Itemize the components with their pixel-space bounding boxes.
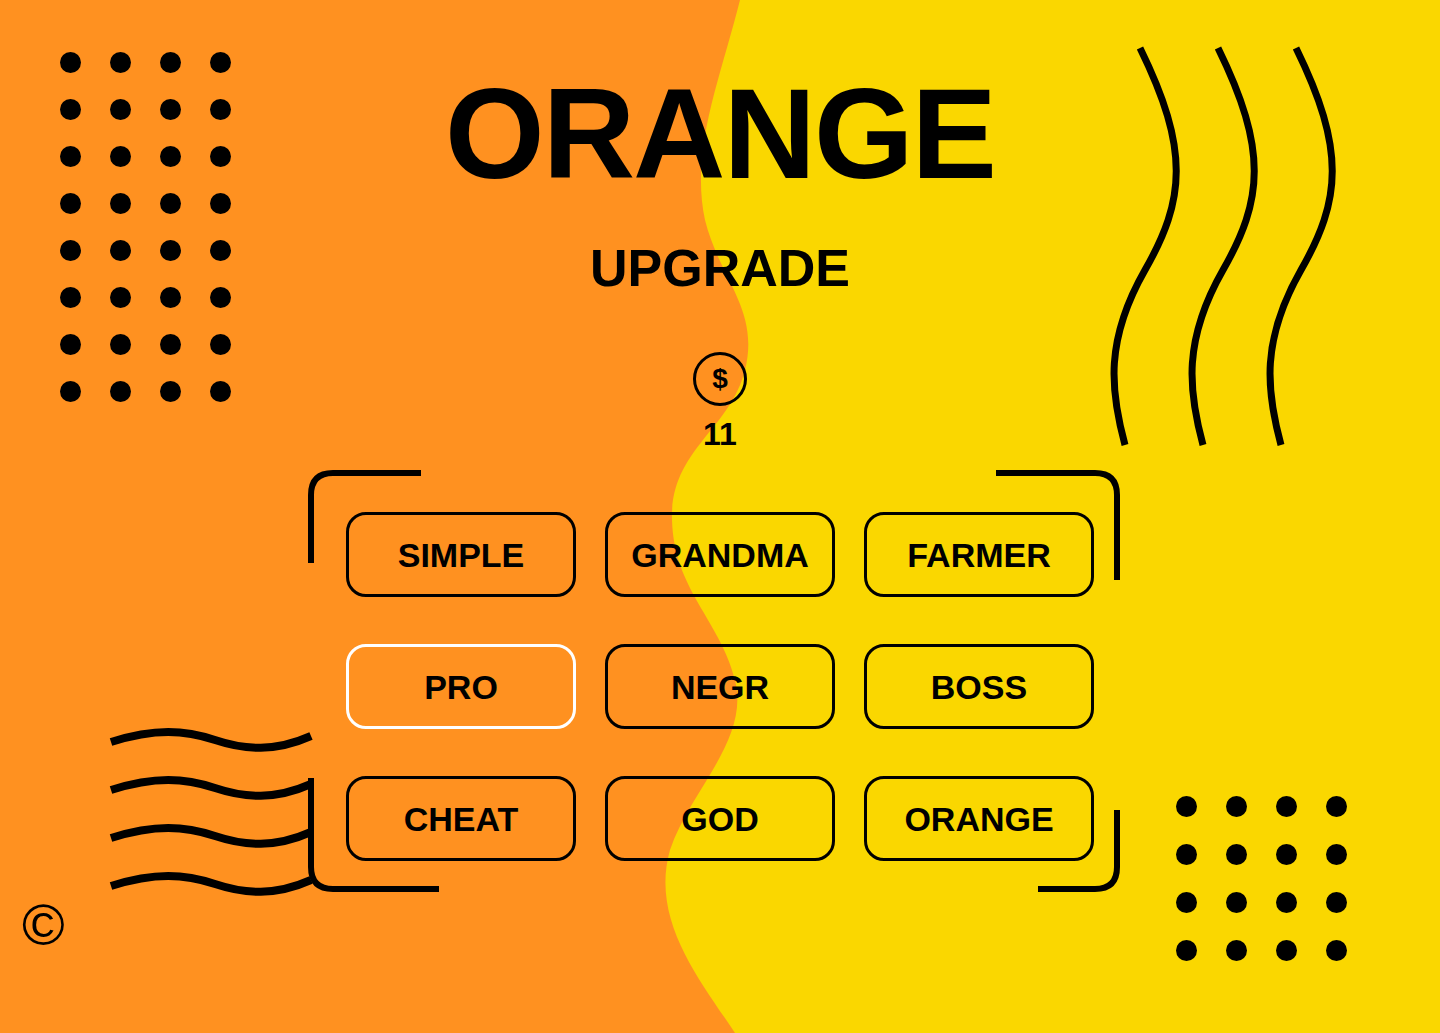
dot xyxy=(210,193,231,214)
dot xyxy=(1326,892,1347,913)
dot xyxy=(1176,796,1197,817)
dot xyxy=(1276,844,1297,865)
upgrade-screen: © ORANGE UPGRADE $11 SIMPLE GRANDMA FARMER PRO N… xyxy=(0,0,1440,1033)
dot xyxy=(160,52,181,73)
coin-icon: $ xyxy=(693,352,747,406)
dot xyxy=(160,193,181,214)
dot-pattern-top-left xyxy=(60,52,231,402)
upgrade-button[interactable]: SIMPLE xyxy=(346,512,576,597)
dot xyxy=(160,99,181,120)
horizontal-waves-decoration xyxy=(105,720,320,900)
dot xyxy=(60,240,81,261)
dot xyxy=(160,146,181,167)
dot xyxy=(1176,844,1197,865)
copyright-mark: © xyxy=(22,890,65,960)
dot xyxy=(210,334,231,355)
upgrade-button[interactable]: FARMER xyxy=(864,512,1094,597)
upgrade-button[interactable]: GOD xyxy=(605,776,835,861)
dot xyxy=(1276,796,1297,817)
dot xyxy=(60,334,81,355)
upgrade-button[interactable]: CHEAT xyxy=(346,776,576,861)
dot xyxy=(1326,796,1347,817)
dot-pattern-bottom-right xyxy=(1176,796,1347,961)
dot xyxy=(1176,892,1197,913)
dot xyxy=(110,381,131,402)
dot xyxy=(60,52,81,73)
dot xyxy=(110,146,131,167)
dot xyxy=(1276,892,1297,913)
dot xyxy=(210,287,231,308)
dot xyxy=(60,99,81,120)
dot xyxy=(1226,892,1247,913)
coin-amount: 11 xyxy=(703,416,737,452)
dot xyxy=(1176,940,1197,961)
dot xyxy=(1226,940,1247,961)
upgrade-button[interactable]: GRANDMA xyxy=(605,512,835,597)
dot xyxy=(210,381,231,402)
dot xyxy=(1276,940,1297,961)
dot xyxy=(160,240,181,261)
dot xyxy=(160,334,181,355)
dot xyxy=(60,146,81,167)
dot xyxy=(1226,844,1247,865)
dot xyxy=(1226,796,1247,817)
dot xyxy=(110,334,131,355)
upgrade-button[interactable]: BOSS xyxy=(864,644,1094,729)
dot xyxy=(210,146,231,167)
dot xyxy=(110,287,131,308)
main-column: ORANGE UPGRADE $11 SIMPLE GRANDMA FARMER PRO NE… xyxy=(0,0,1440,861)
dot xyxy=(110,99,131,120)
dot xyxy=(110,193,131,214)
dot xyxy=(160,287,181,308)
screen-subtitle: UPGRADE xyxy=(590,238,850,298)
dot xyxy=(60,287,81,308)
dot xyxy=(210,99,231,120)
dot xyxy=(210,52,231,73)
upgrade-grid: SIMPLE GRANDMA FARMER PRO NEGR BOSS CHEAT GOD OR… xyxy=(346,512,1094,861)
dot xyxy=(60,193,81,214)
dot xyxy=(110,52,131,73)
upgrade-button[interactable]: ORANGE xyxy=(864,776,1094,861)
dot xyxy=(1326,844,1347,865)
game-title: ORANGE xyxy=(445,70,995,198)
dot xyxy=(1326,940,1347,961)
upgrade-button[interactable]: PRO xyxy=(346,644,576,729)
dot xyxy=(110,240,131,261)
dot xyxy=(210,240,231,261)
upgrade-button[interactable]: NEGR xyxy=(605,644,835,729)
vertical-waves-decoration xyxy=(1095,40,1355,460)
dot xyxy=(60,381,81,402)
dot xyxy=(160,381,181,402)
